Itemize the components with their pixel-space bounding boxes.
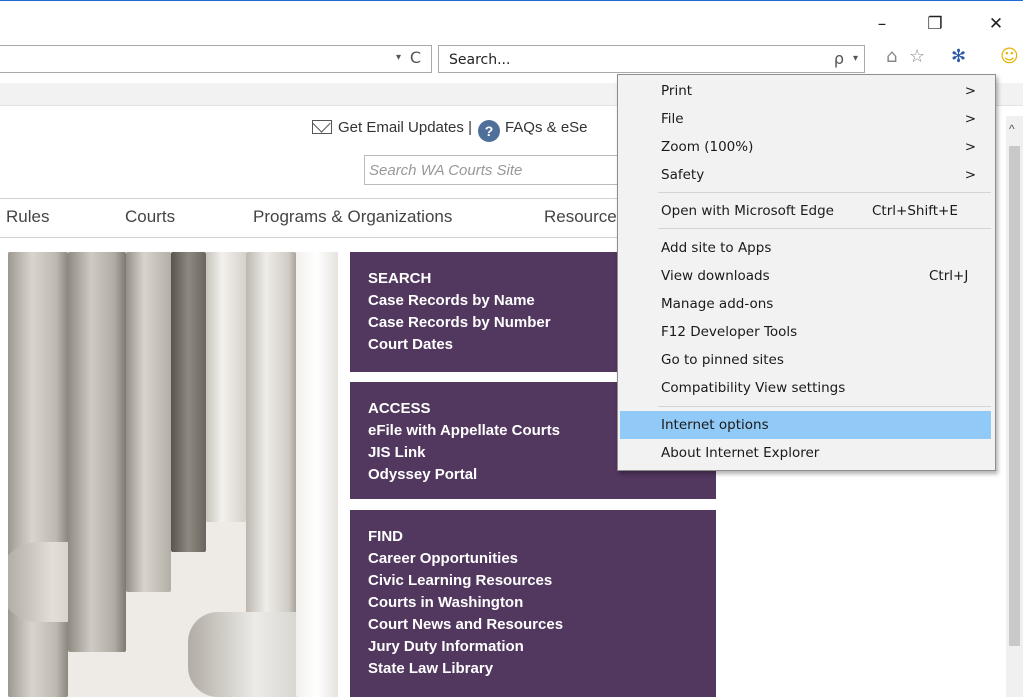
chevron-right-icon: >: [964, 111, 976, 127]
menu-item-f12-tools[interactable]: F12 Developer Tools: [618, 320, 993, 344]
vertical-scrollbar[interactable]: ^: [1006, 116, 1023, 697]
question-icon: ?: [477, 120, 500, 142]
browser-window: – ❐ ✕ ▾ C Search... ρ ▾ ⌂ ☆ ✻ ☺ Get Emai…: [0, 0, 1023, 697]
menu-item-view-downloads[interactable]: View downloads Ctrl+J: [618, 264, 993, 288]
menu-item-label: Open with Microsoft Edge: [661, 203, 834, 219]
search-placeholder: Search...: [449, 52, 511, 68]
site-nav: Rules Courts Programs & Organizations Re…: [0, 198, 630, 238]
menu-item-print[interactable]: Print >: [618, 79, 993, 103]
menu-item-label: Internet options: [661, 417, 769, 433]
menu-item-label: Go to pinned sites: [661, 352, 784, 368]
chevron-right-icon: >: [964, 83, 976, 99]
menu-item-label: Compatibility View settings: [661, 380, 846, 396]
menu-item-label: Manage add-ons: [661, 296, 774, 312]
address-bar[interactable]: ▾ C: [0, 45, 432, 73]
columns-photo: [8, 252, 338, 697]
link-separator: |: [468, 119, 472, 136]
close-button[interactable]: ✕: [976, 11, 1016, 37]
site-search-input[interactable]: Search WA Courts Site: [364, 155, 624, 185]
close-icon: ✕: [988, 14, 1004, 34]
menu-item-label: Print: [661, 83, 693, 99]
minimize-button[interactable]: –: [862, 11, 902, 37]
refresh-icon[interactable]: C: [410, 48, 421, 67]
menu-item-pinned-sites[interactable]: Go to pinned sites: [618, 348, 993, 372]
find-box-panel: FIND Career Opportunities Civic Learning…: [350, 510, 716, 697]
site-search-placeholder: Search WA Courts Site: [369, 162, 523, 179]
nav-resources[interactable]: Resource: [544, 207, 617, 227]
menu-item-label: About Internet Explorer: [661, 445, 820, 461]
chevron-right-icon: >: [964, 167, 976, 183]
panel-link[interactable]: Court News and Resources: [368, 614, 716, 636]
menu-item-label: File: [661, 111, 684, 127]
menu-item-label: Add site to Apps: [661, 240, 772, 256]
panel-link[interactable]: Career Opportunities: [368, 548, 716, 570]
gear-icon[interactable]: ✻: [951, 46, 966, 67]
smiley-icon[interactable]: ☺: [1000, 46, 1019, 67]
menu-separator: [658, 192, 991, 193]
menu-item-safety[interactable]: Safety >: [618, 163, 993, 187]
panel-link[interactable]: Courts in Washington: [368, 592, 716, 614]
menu-item-open-edge[interactable]: Open with Microsoft Edge Ctrl+Shift+E: [618, 199, 993, 223]
menu-item-zoom[interactable]: Zoom (100%) >: [618, 135, 993, 159]
menu-item-label: Safety: [661, 167, 705, 183]
search-icon[interactable]: ρ: [834, 49, 844, 68]
minimize-icon: –: [877, 14, 887, 34]
home-icon[interactable]: ⌂: [886, 46, 897, 67]
envelope-icon: [312, 120, 332, 134]
panel-link[interactable]: State Law Library: [368, 658, 716, 680]
address-dropdown-icon[interactable]: ▾: [396, 52, 401, 63]
scrollbar-thumb[interactable]: [1009, 146, 1020, 646]
restore-button[interactable]: ❐: [915, 11, 955, 37]
search-dropdown-icon[interactable]: ▾: [853, 53, 858, 64]
favorites-icon[interactable]: ☆: [909, 46, 925, 67]
top-links: Get Email Updates |? FAQs & eSe: [312, 119, 588, 142]
restore-icon: ❐: [927, 14, 943, 34]
tools-menu: Print > File > Zoom (100%) > Safety > Op…: [617, 74, 996, 471]
nav-courts[interactable]: Courts: [125, 207, 175, 227]
menu-item-label: View downloads: [661, 268, 770, 284]
menu-separator: [658, 228, 991, 229]
menu-separator: [658, 406, 991, 407]
nav-programs[interactable]: Programs & Organizations: [253, 207, 452, 227]
panel-link[interactable]: Jury Duty Information: [368, 636, 716, 658]
menu-shortcut: Ctrl+J: [929, 268, 969, 284]
search-input[interactable]: Search... ρ ▾: [438, 45, 865, 73]
panel-heading: FIND: [368, 528, 403, 545]
nav-rules[interactable]: Rules: [6, 207, 49, 227]
menu-item-internet-options[interactable]: Internet options: [620, 411, 991, 439]
menu-item-label: Zoom (100%): [661, 139, 754, 155]
menu-item-about-ie[interactable]: About Internet Explorer: [618, 441, 993, 465]
menu-item-manage-addons[interactable]: Manage add-ons: [618, 292, 993, 316]
email-updates-link[interactable]: Get Email Updates: [338, 119, 464, 136]
menu-shortcut: Ctrl+Shift+E: [872, 203, 958, 219]
chevron-right-icon: >: [964, 139, 976, 155]
faq-link[interactable]: FAQs & eSe: [505, 119, 588, 136]
panel-link[interactable]: Civic Learning Resources: [368, 570, 716, 592]
menu-item-label: F12 Developer Tools: [661, 324, 798, 340]
scroll-up-icon[interactable]: ^: [1009, 122, 1015, 136]
menu-item-compat-view[interactable]: Compatibility View settings: [618, 376, 993, 400]
menu-item-add-site[interactable]: Add site to Apps: [618, 236, 993, 260]
menu-item-file[interactable]: File >: [618, 107, 993, 131]
